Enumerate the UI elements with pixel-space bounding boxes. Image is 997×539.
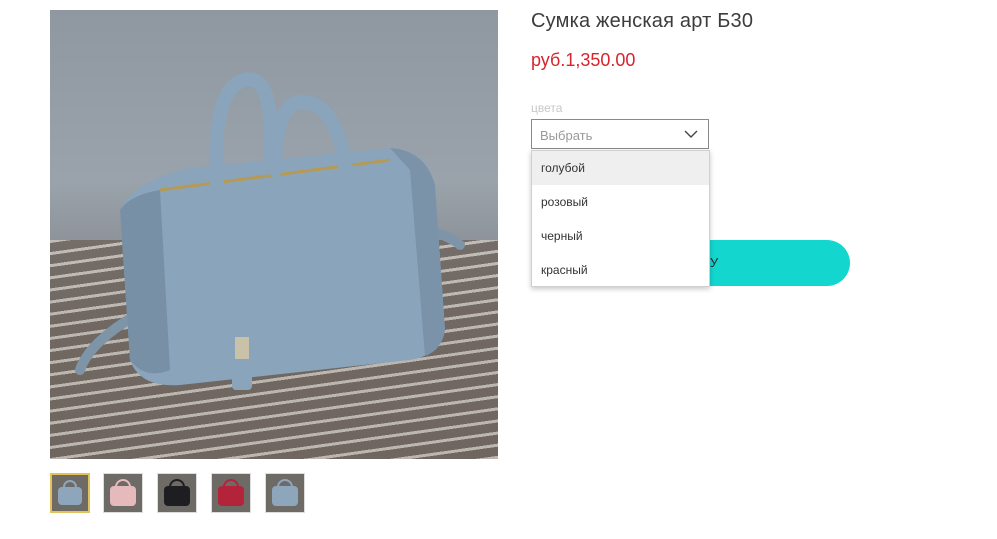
color-option-item[interactable]: розовый (532, 185, 709, 219)
thumbnail-bag-swatch (58, 487, 82, 505)
thumbnail-bag-swatch (164, 486, 190, 506)
thumbnail-bag-swatch (218, 486, 244, 506)
handbag-illustration (75, 72, 465, 390)
product-price: руб.1,350.00 (531, 50, 636, 70)
color-option-item[interactable]: черный (532, 219, 709, 253)
thumbnail-1[interactable] (50, 473, 90, 513)
color-option-label: цвета (531, 101, 563, 115)
thumbnail-bag-swatch (272, 486, 298, 506)
color-select[interactable]: Выбрать (531, 119, 709, 149)
thumbnail-5[interactable] (265, 473, 305, 513)
color-select-value: Выбрать (540, 128, 593, 143)
thumbnail-2[interactable] (103, 473, 143, 513)
thumbnail-bag-swatch (110, 486, 136, 506)
chevron-down-icon (684, 130, 698, 138)
color-option-item[interactable]: красный (532, 253, 709, 287)
product-main-image[interactable] (50, 10, 498, 459)
color-dropdown-menu: голубой розовый черный красный (531, 150, 710, 287)
thumbnail-3[interactable] (157, 473, 197, 513)
product-title: Сумка женская арт Б30 (531, 10, 754, 32)
color-option-item[interactable]: голубой (532, 151, 709, 185)
thumbnail-4[interactable] (211, 473, 251, 513)
